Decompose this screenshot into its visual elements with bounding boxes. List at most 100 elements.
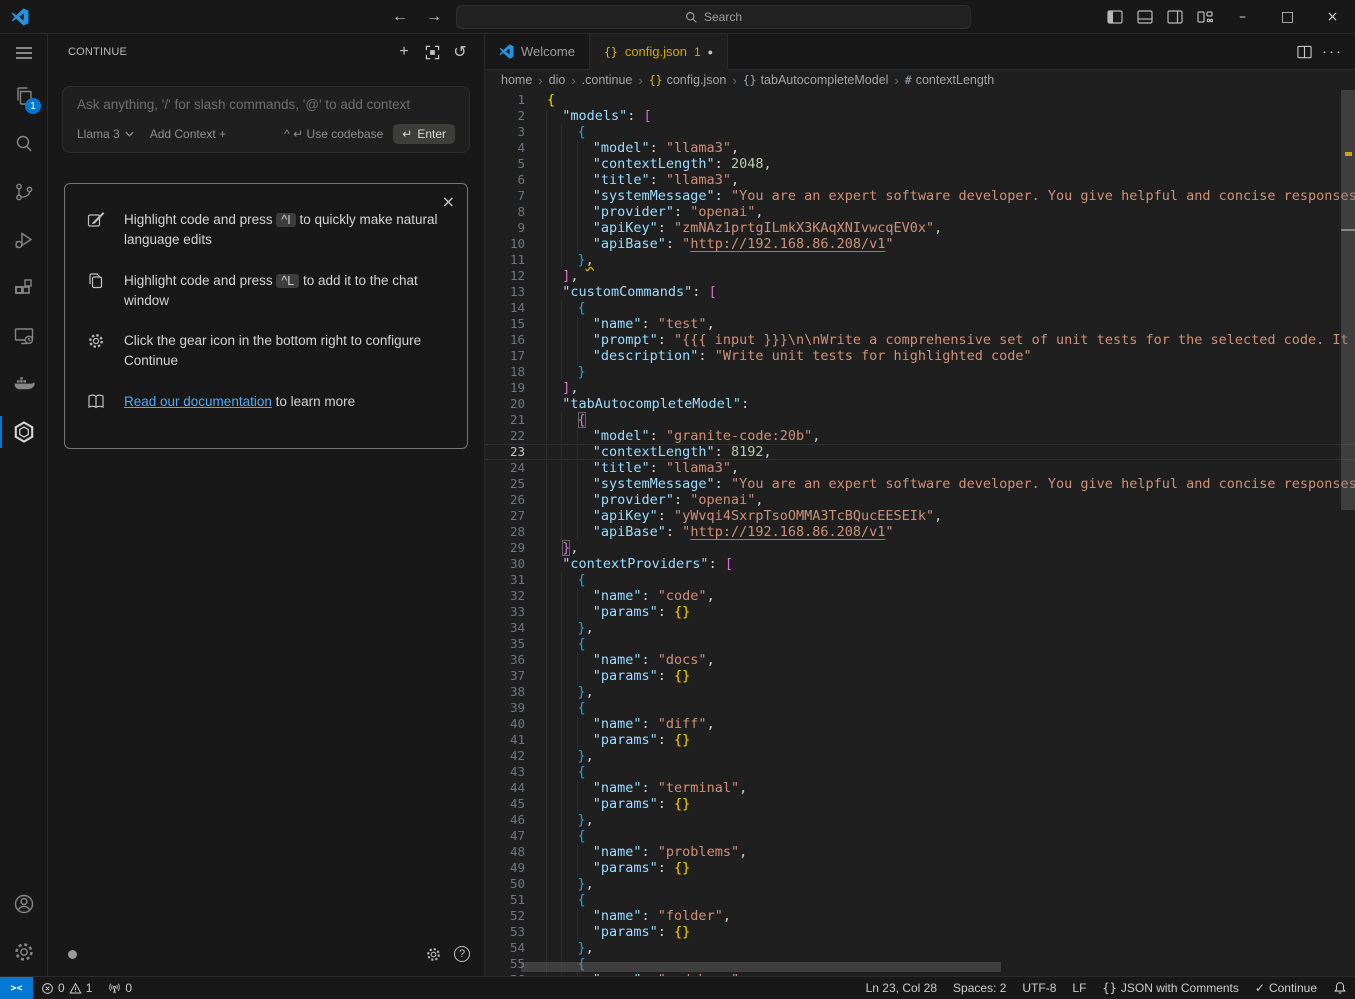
code-line[interactable]: 40"name": "diff", [485,716,1355,732]
line-number[interactable]: 51 [485,892,525,908]
line-number[interactable]: 34 [485,620,525,636]
eol-status[interactable]: LF [1064,977,1094,999]
enter-button[interactable]: ↵ Enter [393,124,455,144]
code-line[interactable]: 31{ [485,572,1355,588]
line-number[interactable]: 6 [485,172,525,188]
code-line[interactable]: 9"apiKey": "zmNAz1prtgILmkX3KAqXNIvwcqEV… [485,220,1355,236]
code-line[interactable]: 49"params": {} [485,860,1355,876]
line-number[interactable]: 53 [485,924,525,940]
code-line[interactable]: 16"prompt": "{{{ input }}}\n\nWrite a co… [485,332,1355,348]
code-line[interactable]: 8"provider": "openai", [485,204,1355,220]
model-selector[interactable]: Llama 3 [77,127,134,141]
menu-hamburger-icon[interactable] [0,34,47,72]
code-line[interactable]: 35{ [485,636,1355,652]
search-input[interactable]: Search [456,5,971,29]
split-editor-icon[interactable] [1297,45,1312,59]
encoding-status[interactable]: UTF-8 [1014,977,1064,999]
code-line[interactable]: 52"name": "folder", [485,908,1355,924]
line-number[interactable]: 54 [485,940,525,956]
line-number[interactable]: 47 [485,828,525,844]
line-number[interactable]: 48 [485,844,525,860]
line-number[interactable]: 12 [485,268,525,284]
cursor-position[interactable]: Ln 23, Col 28 [858,977,945,999]
code-line[interactable]: 51{ [485,892,1355,908]
code-line[interactable]: 25"systemMessage": "You are an expert so… [485,476,1355,492]
extensions-icon[interactable] [0,264,47,312]
new-session-button[interactable]: + [392,40,416,64]
line-number[interactable]: 31 [485,572,525,588]
breadcrumb-dio[interactable]: dio [549,73,566,87]
line-number[interactable]: 50 [485,876,525,892]
code-line[interactable]: 14{ [485,300,1355,316]
line-number[interactable]: 46 [485,812,525,828]
close-button[interactable]: × [1310,0,1355,33]
code-line[interactable]: 17"description": "Write unit tests for h… [485,348,1355,364]
ports-status[interactable]: 0 [100,977,140,999]
line-number[interactable]: 24 [485,460,525,476]
breadcrumb-tabautocompletemodel[interactable]: tabAutocompleteModel [761,73,889,87]
line-number[interactable]: 11 [485,252,525,268]
line-number[interactable]: 36 [485,652,525,668]
notifications-bell[interactable] [1325,977,1355,999]
code-editor[interactable]: 1{2"models": [3{4"model": "llama3",5"con… [485,90,1355,976]
code-line[interactable]: 29}, [485,540,1355,556]
code-line[interactable]: 6"title": "llama3", [485,172,1355,188]
line-number[interactable]: 8 [485,204,525,220]
line-number[interactable]: 22 [485,428,525,444]
line-number[interactable]: 23 [485,444,525,460]
line-number[interactable]: 5 [485,156,525,172]
line-number[interactable]: 7 [485,188,525,204]
run-debug-icon[interactable] [0,216,47,264]
code-line[interactable]: 50}, [485,876,1355,892]
code-line[interactable]: 13"customCommands": [ [485,284,1355,300]
line-number[interactable]: 14 [485,300,525,316]
horizontal-scrollbar[interactable] [521,962,1001,972]
indentation-status[interactable]: Spaces: 2 [945,977,1014,999]
code-line[interactable]: 1{ [485,92,1355,108]
line-number[interactable]: 30 [485,556,525,572]
back-arrow-icon[interactable]: ← [388,8,412,26]
minimize-button[interactable]: – [1220,0,1265,33]
code-line[interactable]: 38}, [485,684,1355,700]
docker-icon[interactable] [0,360,47,408]
line-number[interactable]: 39 [485,700,525,716]
line-number[interactable]: 21 [485,412,525,428]
accounts-icon[interactable] [0,880,47,928]
code-line[interactable]: 30"contextProviders": [ [485,556,1355,572]
code-line[interactable]: 37"params": {} [485,668,1355,684]
help-icon[interactable]: ? [454,946,470,962]
line-number[interactable]: 33 [485,604,525,620]
documentation-link[interactable]: Read our documentation [124,394,272,409]
add-context-button[interactable]: Add Context + [150,127,226,141]
code-line[interactable]: 15"name": "test", [485,316,1355,332]
language-mode[interactable]: {} JSON with Comments [1094,977,1246,999]
continue-extension-icon[interactable] [0,408,47,456]
code-line[interactable]: 7"systemMessage": "You are an expert sof… [485,188,1355,204]
problems-status[interactable]: 0 1 [33,977,100,999]
line-number[interactable]: 55 [485,956,525,972]
tab-welcome[interactable]: Welcome [485,34,590,69]
line-number[interactable]: 27 [485,508,525,524]
line-number[interactable]: 25 [485,476,525,492]
code-line[interactable]: 5"contextLength": 2048, [485,156,1355,172]
breadcrumb-contextlength[interactable]: contextLength [916,73,995,87]
code-line[interactable]: 56"name": "codebase", [485,972,1355,976]
code-line[interactable]: 23"contextLength": 8192, [485,444,1355,460]
breadcrumb-home[interactable]: home [501,73,532,87]
line-number[interactable]: 20 [485,396,525,412]
code-line[interactable]: 32"name": "code", [485,588,1355,604]
continue-status[interactable]: ✓ Continue [1247,977,1325,999]
code-line[interactable]: 22"model": "granite-code:20b", [485,428,1355,444]
line-number[interactable]: 52 [485,908,525,924]
fullscreen-icon[interactable] [420,40,444,64]
line-number[interactable]: 41 [485,732,525,748]
breadcrumb-config-json[interactable]: config.json [667,73,727,87]
line-number[interactable]: 56 [485,972,525,976]
code-line[interactable]: 4"model": "llama3", [485,140,1355,156]
line-number[interactable]: 10 [485,236,525,252]
code-line[interactable]: 39{ [485,700,1355,716]
use-codebase-button[interactable]: ^ ↵ Use codebase [284,127,383,141]
remote-indicator[interactable]: >< [0,977,33,999]
explorer-icon[interactable]: 1 [0,72,47,120]
history-icon[interactable]: ↺ [448,40,472,64]
